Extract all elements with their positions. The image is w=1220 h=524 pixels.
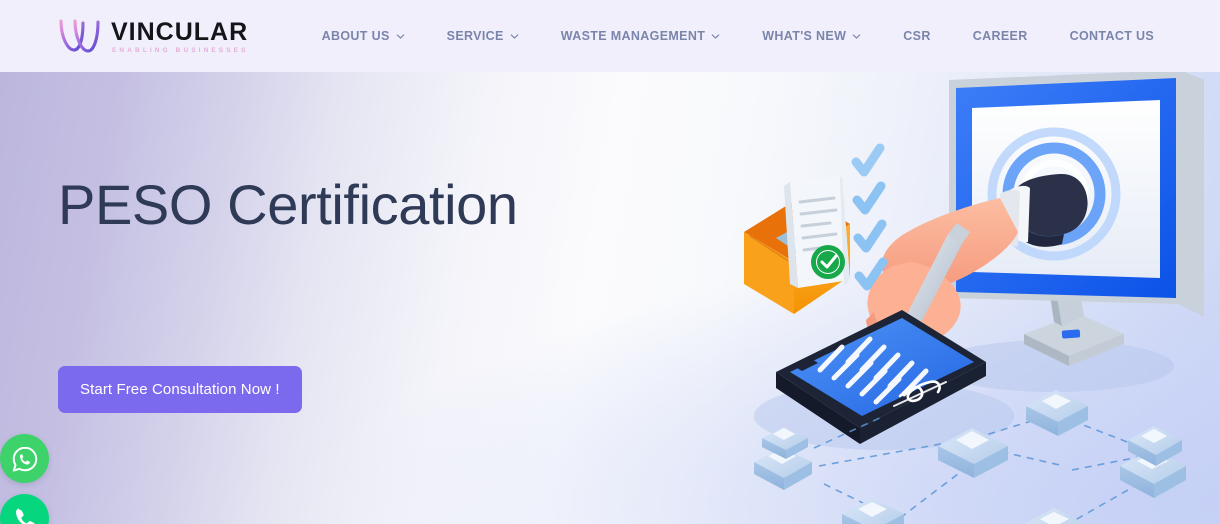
monitor-icon — [934, 72, 1204, 392]
nav-label: ABOUT US — [321, 29, 390, 43]
nav-label: CONTACT US — [1069, 29, 1155, 43]
nav-item-csr[interactable]: CSR — [882, 21, 951, 51]
site-header: VINCULAR ENABLING BUSINESSES ABOUT US SE… — [0, 0, 1220, 72]
whatsapp-icon — [12, 446, 37, 472]
chevron-down-icon — [852, 33, 861, 39]
page-title: PESO Certification — [58, 173, 518, 236]
site-logo[interactable]: VINCULAR ENABLING BUSINESSES — [58, 18, 249, 55]
page-root: VINCULAR ENABLING BUSINESSES ABOUT US SE… — [0, 0, 1220, 524]
smartphone-icon — [754, 310, 1014, 450]
nav-label: CAREER — [972, 29, 1028, 43]
nav-item-contact-us[interactable]: CONTACT US — [1049, 21, 1176, 51]
checkmark-list-icon — [851, 143, 888, 291]
logo-wordmark: VINCULAR — [111, 17, 249, 46]
phone-icon — [16, 508, 35, 524]
chevron-down-icon — [711, 33, 720, 39]
nav-item-service[interactable]: SERVICE — [426, 21, 540, 51]
nav-label: WASTE MANAGEMENT — [560, 29, 706, 43]
nav-item-career[interactable]: CAREER — [952, 21, 1049, 51]
nav-label: SERVICE — [446, 29, 504, 43]
chevron-down-icon — [510, 33, 519, 39]
digital-signature-illustration — [744, 72, 1204, 524]
nav-item-about-us[interactable]: ABOUT US — [301, 21, 426, 51]
whatsapp-button[interactable] — [0, 434, 49, 483]
chevron-down-icon — [396, 33, 404, 39]
network-nodes-icon — [754, 390, 1186, 524]
butterfly-v-logo-icon — [59, 19, 100, 53]
envelope-with-document-icon — [744, 176, 850, 314]
nav-label: CSR — [903, 29, 931, 43]
nav-item-whats-new[interactable]: WHAT'S NEW — [741, 21, 882, 51]
nav-item-waste-management[interactable]: WASTE MANAGEMENT — [540, 21, 742, 51]
logo-tagline: ENABLING BUSINESSES — [112, 46, 249, 54]
start-free-consultation-button[interactable]: Start Free Consultation Now ! — [58, 366, 302, 413]
main-navigation: ABOUT US SERVICE WASTE MANAGEMENT WHAT'S… — [301, 21, 1176, 51]
hand-with-pen-icon — [866, 173, 1088, 372]
nav-label: WHAT'S NEW — [762, 29, 847, 43]
hero-section: PESO Certification Start Free Consultati… — [0, 72, 1220, 524]
